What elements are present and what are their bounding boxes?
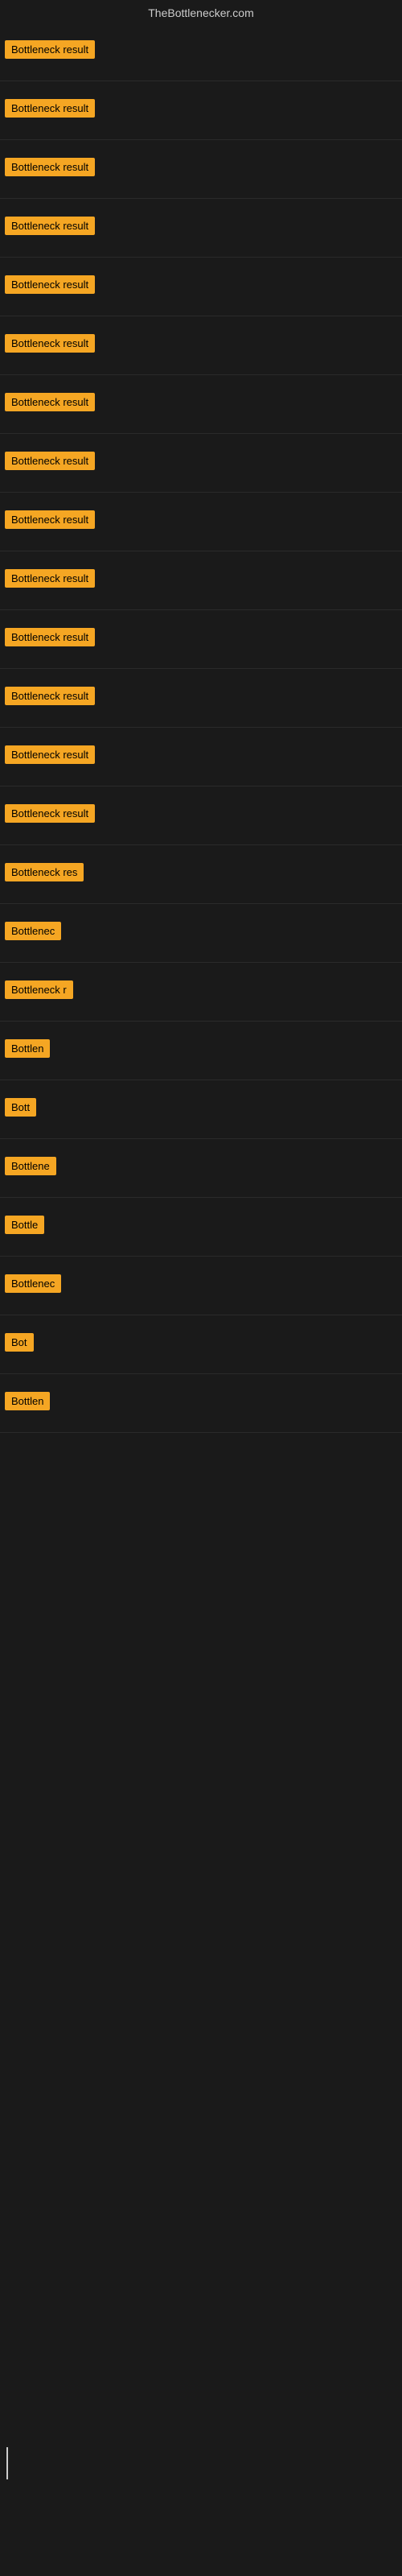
bottleneck-row: Bottleneck result (0, 258, 402, 316)
site-header: TheBottlenecker.com (0, 0, 402, 23)
bottleneck-result-badge[interactable]: Bottleneck result (5, 510, 95, 529)
bottleneck-row: Bottlen (0, 1022, 402, 1080)
bottleneck-row: Bottlene (0, 1139, 402, 1198)
bottleneck-result-badge[interactable]: Bottleneck result (5, 158, 95, 176)
bottleneck-result-badge[interactable]: Bottleneck result (5, 804, 95, 823)
bottleneck-row: Bottleneck res (0, 845, 402, 904)
bottleneck-result-badge[interactable]: Bottleneck result (5, 687, 95, 705)
bottleneck-row: Bottleneck result (0, 140, 402, 199)
bottleneck-row: Bottleneck result (0, 434, 402, 493)
bottleneck-result-badge[interactable]: Bottleneck result (5, 217, 95, 235)
bottleneck-result-badge[interactable]: Bottlen (5, 1392, 50, 1410)
bottleneck-row: Bot (0, 1315, 402, 1374)
bottleneck-row: Bottleneck result (0, 375, 402, 434)
bottleneck-result-badge[interactable]: Bottlenec (5, 1274, 61, 1293)
bottleneck-result-badge[interactable]: Bottlene (5, 1157, 56, 1175)
bottleneck-row: Bottlen (0, 1374, 402, 1433)
bottleneck-row: Bottle (0, 1198, 402, 1257)
bottleneck-row: Bottleneck result (0, 551, 402, 610)
bottleneck-result-badge[interactable]: Bottleneck result (5, 569, 95, 588)
cursor-line (6, 2447, 8, 2479)
bottleneck-result-badge[interactable]: Bottleneck result (5, 275, 95, 294)
bottleneck-result-badge[interactable]: Bottlen (5, 1039, 50, 1058)
bottleneck-row: Bottleneck r (0, 963, 402, 1022)
bottleneck-row: Bottleneck result (0, 316, 402, 375)
bottleneck-row: Bottleneck result (0, 610, 402, 669)
bottleneck-result-badge[interactable]: Bot (5, 1333, 34, 1352)
bottleneck-row: Bottleneck result (0, 493, 402, 551)
bottleneck-row: Bottleneck result (0, 786, 402, 845)
bottleneck-row: Bottleneck result (0, 199, 402, 258)
bottleneck-result-badge[interactable]: Bottle (5, 1216, 44, 1234)
bottleneck-result-badge[interactable]: Bottleneck r (5, 980, 73, 999)
bottleneck-row: Bottlenec (0, 1257, 402, 1315)
bottleneck-result-badge[interactable]: Bottleneck result (5, 334, 95, 353)
bottleneck-result-badge[interactable]: Bott (5, 1098, 36, 1117)
bottleneck-result-badge[interactable]: Bottleneck result (5, 99, 95, 118)
bottleneck-row: Bottleneck result (0, 23, 402, 81)
bottleneck-result-badge[interactable]: Bottlenec (5, 922, 61, 940)
bottleneck-result-badge[interactable]: Bottleneck result (5, 40, 95, 59)
bottleneck-result-badge[interactable]: Bottleneck result (5, 628, 95, 646)
bottleneck-row: Bottleneck result (0, 81, 402, 140)
bottleneck-row: Bott (0, 1080, 402, 1139)
bottleneck-row: Bottlenec (0, 904, 402, 963)
bottleneck-row: Bottleneck result (0, 728, 402, 786)
bottleneck-result-badge[interactable]: Bottleneck res (5, 863, 84, 881)
bottleneck-result-badge[interactable]: Bottleneck result (5, 452, 95, 470)
bottleneck-row: Bottleneck result (0, 669, 402, 728)
bottleneck-result-badge[interactable]: Bottleneck result (5, 745, 95, 764)
bottleneck-result-badge[interactable]: Bottleneck result (5, 393, 95, 411)
